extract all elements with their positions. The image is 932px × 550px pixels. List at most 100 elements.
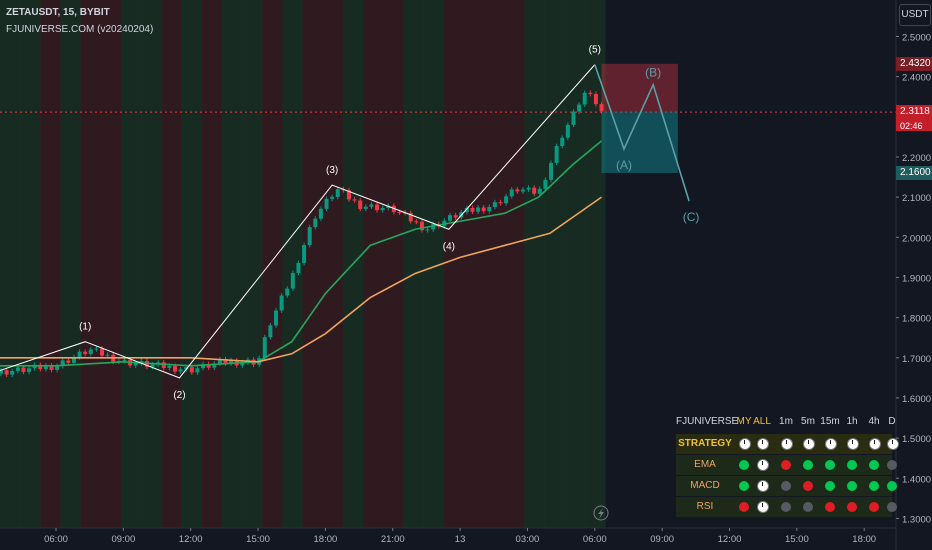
price-tick-label: 1.3000 [902,514,931,525]
candle-body [94,348,99,350]
candle-body [537,188,542,194]
candle-body [150,364,155,367]
time-tick-label: 12:00 [718,534,742,545]
signal-band [403,0,424,528]
price-tick-label: 1.9000 [902,273,931,284]
time-tick-label: 09:00 [111,534,135,545]
candle-body [77,351,82,358]
currency-button[interactable]: USDT [899,4,931,26]
candle-body [279,295,284,311]
status-dot-green [825,481,835,491]
signal-band [40,0,61,528]
candle-body [560,137,565,146]
symbol-title[interactable]: ZETAUSDT, 15, BYBIT [6,7,110,18]
status-dot-gray [887,502,897,512]
panel-column-1m: 1m [779,416,793,427]
clock-icon [847,438,859,450]
signal-band [60,0,82,528]
price-tick-label: 2.2000 [902,153,931,164]
candle-body [504,196,509,204]
status-dot-green [869,481,879,491]
candle-body [549,162,554,180]
candle-body [565,124,570,138]
price-label-red: 2.4320 [896,56,932,71]
candle-body [470,207,475,212]
candle-body [515,189,520,192]
panel-column-d: D [888,416,896,427]
target-zone-lower [601,112,678,174]
candle-body [447,215,452,221]
candle-body [66,360,71,363]
wave-label: (4) [443,241,455,252]
price-tick-label: 2.5000 [902,33,931,44]
candle-body [599,104,604,112]
signal-band [181,0,203,528]
price-tick-label: 2.1000 [902,193,931,204]
wave-label: (1) [79,322,91,333]
candle-body [172,365,177,372]
status-dot-green [739,460,749,470]
signal-band [141,0,162,528]
time-tick-label: 18:00 [314,534,338,545]
candle-body [122,359,127,361]
panel-row-label: EMA [694,459,716,470]
candle-body [21,367,26,372]
candle-body [83,351,88,355]
panel-row-rsi: RSI [676,497,897,517]
status-dot-gray [781,481,791,491]
candle-body [105,354,110,356]
price-label-red-current: 2.3118 02:46 [896,105,932,132]
status-dot-green [887,481,897,491]
signal-band [524,0,545,528]
panel-column-1h: 1h [846,416,858,427]
time-tick-label: 06:00 [44,534,68,545]
signal-band [80,0,102,528]
time-tick-label: 03:00 [516,534,540,545]
signal-band [0,0,21,528]
signal-band [242,0,263,528]
signal-band [100,0,122,528]
signal-band [221,0,243,528]
candle-body [352,199,357,201]
indicator-title[interactable]: FJUNIVERSE.COM (v20240204) [6,24,153,35]
candle-body [195,368,200,373]
signal-band [161,0,182,528]
candle-body [369,204,374,207]
signal-band [20,0,41,528]
candle-body [532,187,537,194]
candle-body [133,363,138,366]
status-dot-red [847,502,857,512]
price-tick-label: 1.6000 [902,394,931,405]
panel-row-label: RSI [696,501,714,512]
panel-column-4h: 4h [868,416,880,427]
price-axis[interactable]: 2.50002.40002.30002.20002.10002.00001.90… [895,0,931,550]
panel-row-ema: EMA [676,455,897,475]
projection-label: (C) [683,210,700,224]
time-tick-label: 13 [455,534,466,545]
candle-body [588,92,593,94]
candle-body [543,179,548,189]
panel-column-all: ALL [753,416,771,427]
time-axis[interactable]: 06:00 09:00 12:00 15:00 18:00 21:00 13 03:00 06:… [0,527,896,545]
countdown-label: 02:46 [900,121,923,132]
clock-icon [757,480,769,492]
status-dot-gray [887,460,897,470]
panel-row-label: MACD [690,480,720,491]
candle-body [582,92,587,105]
panel-column-15m: 15m [820,416,840,427]
signal-band [463,0,485,528]
time-tick-label: 15:00 [785,534,809,545]
time-tick-label: 18:00 [852,534,876,545]
signal-band [383,0,404,528]
target-zone-upper [601,63,678,113]
price-tick-label: 1.7000 [902,354,931,365]
status-dot-red [781,460,791,470]
clock-icon [803,438,815,450]
signal-band [504,0,525,528]
candle-body [526,187,531,190]
candle-body [554,145,559,163]
time-tick-label: 21:00 [381,534,405,545]
candle-body [375,204,380,211]
candle-body [481,207,486,212]
wave-label: (5) [589,45,601,56]
